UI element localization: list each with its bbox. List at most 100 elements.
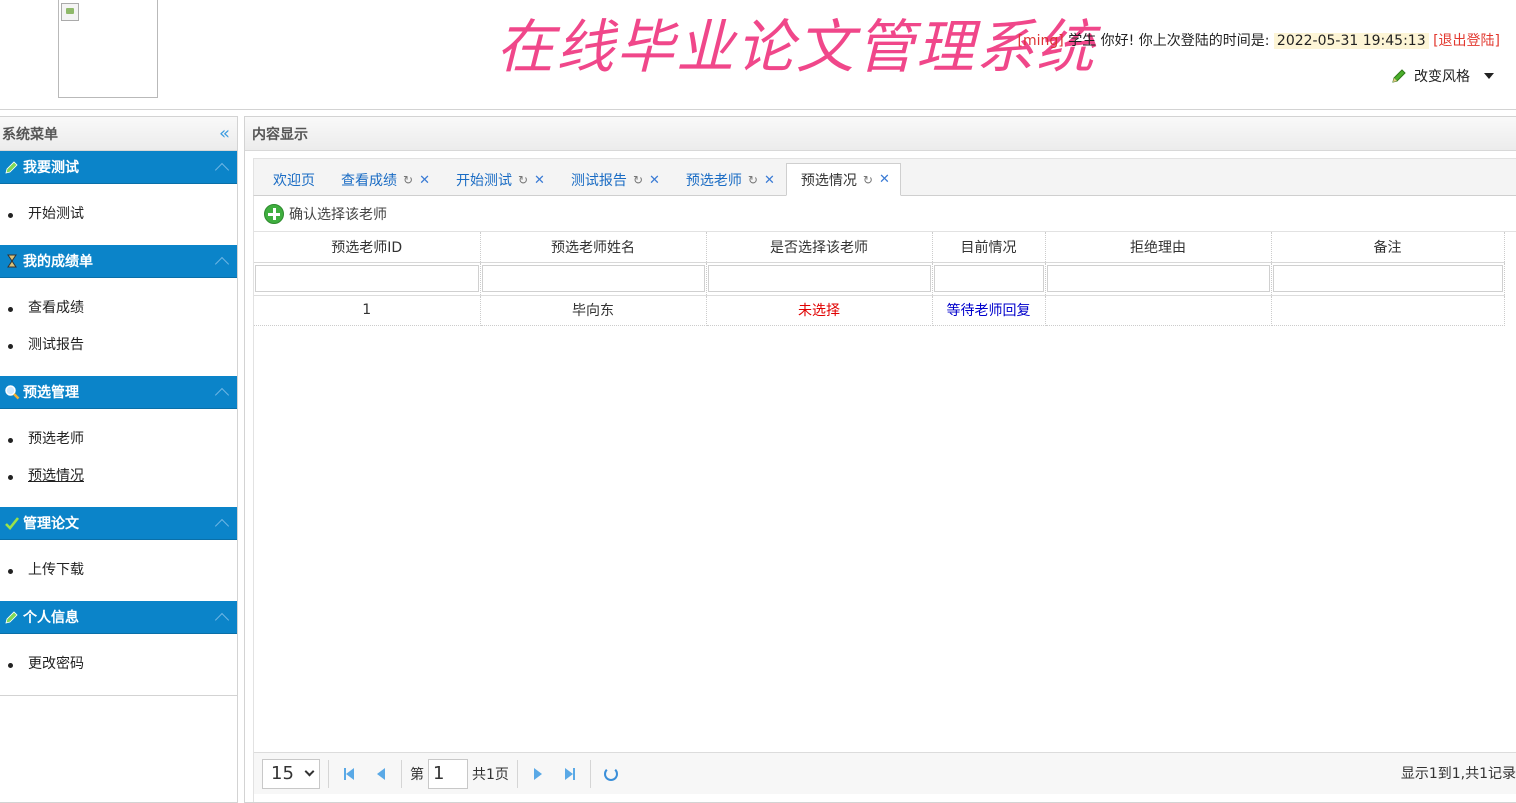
column-header[interactable]: 备注 — [1271, 232, 1505, 263]
tab-close-icon[interactable]: ✕ — [534, 173, 545, 188]
next-page-icon — [533, 767, 542, 780]
grid-body: 1 毕向东 未选择 等待老师回复 — [254, 295, 1505, 326]
last-page-icon — [572, 767, 575, 780]
sidebar-item[interactable]: 上传下载 — [8, 552, 237, 589]
tab-refresh-icon[interactable]: ↻ — [403, 173, 413, 187]
tab[interactable]: 开始测试 ↻ ✕ — [441, 163, 556, 196]
sidebar-item[interactable]: 预选老师 — [8, 421, 237, 458]
tab-label: 查看成绩 — [341, 173, 397, 189]
menu-group: 个人信息更改密码 — [0, 601, 237, 695]
menu-groups: 我要测试开始测试我的成绩单查看成绩测试报告预选管理预选老师预选情况管理论文上传下… — [0, 151, 237, 695]
menu-group: 我的成绩单查看成绩测试报告 — [0, 245, 237, 376]
tab[interactable]: 欢迎页 — [258, 163, 326, 196]
menu-group-header[interactable]: 个人信息 — [0, 601, 237, 634]
next-page-button[interactable] — [526, 762, 550, 786]
chevron-up-icon[interactable] — [214, 256, 230, 272]
menu-group-header[interactable]: 管理论文 — [0, 507, 237, 540]
filter-cell — [706, 262, 933, 296]
first-page-button[interactable] — [337, 762, 361, 786]
pencil-icon — [4, 609, 20, 625]
refresh-icon — [603, 766, 618, 781]
filter-cell — [932, 262, 1046, 296]
tab[interactable]: 预选情况 ↻ ✕ — [785, 163, 901, 196]
column-header[interactable]: 目前情况 — [932, 232, 1046, 263]
menu-group-title-wrap: 预选管理 — [4, 382, 79, 402]
collapse-double-chevron-icon[interactable]: « — [219, 123, 230, 144]
checkmark-icon — [4, 515, 20, 531]
sidebar-item[interactable]: 预选情况 — [8, 458, 237, 495]
change-style-dropdown[interactable]: 改变风格 — [1390, 66, 1494, 86]
tab-refresh-icon[interactable]: ↻ — [748, 173, 758, 187]
prev-page-button[interactable] — [369, 762, 393, 786]
sidebar-item-label: 上传下载 — [28, 562, 84, 578]
menu-group-body: 更改密码 — [0, 634, 237, 695]
divider — [0, 695, 237, 696]
tab[interactable]: 查看成绩 ↻ ✕ — [326, 163, 441, 196]
filter-input[interactable] — [933, 265, 1044, 292]
tab-refresh-icon[interactable]: ↻ — [863, 173, 873, 187]
page-number-input[interactable]: 1 — [428, 758, 468, 789]
last-page-button[interactable] — [558, 762, 582, 786]
refresh-button[interactable] — [599, 762, 623, 786]
filter-input[interactable] — [1046, 265, 1270, 292]
chevron-up-icon[interactable] — [214, 387, 230, 403]
tab-close-icon[interactable]: ✕ — [649, 173, 660, 188]
sidebar: 系统菜单 « 我要测试 开始测试 我的成绩单 查看成绩 测试报告 预选管理 预选老师 预选情况… — [0, 116, 238, 803]
chevron-up-icon[interactable] — [214, 162, 230, 178]
page-size-select[interactable]: 15 — [262, 758, 320, 789]
greeting-text: 学生 你好! 你上次登陆的时间是: — [1063, 33, 1274, 49]
sidebar-item-label: 预选老师 — [28, 431, 84, 447]
first-page-arrow-icon — [346, 767, 354, 780]
page-size-value: 15 — [271, 763, 294, 784]
sidebar-item[interactable]: 测试报告 — [8, 327, 237, 364]
sidebar-item[interactable]: 更改密码 — [8, 646, 237, 683]
filter-input[interactable] — [481, 265, 705, 292]
tab-refresh-icon[interactable]: ↻ — [518, 173, 528, 187]
menu-group-header[interactable]: 预选管理 — [0, 376, 237, 409]
main-panel: 内容显示 欢迎页 查看成绩 ↻ ✕ 开始测试 ↻ ✕ 测试报告 ↻ ✕ 预选老师 ↻ ✕ 预选情况 ↻ ✕ 确… — [244, 116, 1516, 803]
filter-cell — [1045, 262, 1272, 296]
tab-content: 确认选择该老师 预选老师ID 预选老师姓名 是否选择该老师 目前情况 拒绝理由 备注 1毕… — [253, 196, 1516, 802]
tab[interactable]: 测试报告 ↻ ✕ — [556, 163, 671, 196]
separator — [328, 759, 329, 788]
table-row[interactable]: 1 毕向东 未选择 等待老师回复 — [254, 295, 1505, 326]
filter-cell — [480, 262, 707, 296]
table-cell-name: 毕向东 — [480, 295, 707, 326]
filter-input[interactable] — [707, 265, 931, 292]
last-login-time: 2022-05-31 19:45:13 — [1273, 33, 1429, 49]
column-header[interactable]: 预选老师ID — [254, 232, 481, 263]
user-name: [ming] — [1017, 33, 1064, 49]
menu-group-header[interactable]: 我要测试 — [0, 151, 237, 184]
sidebar-item-label: 测试报告 — [28, 337, 84, 353]
menu-group-title-wrap: 管理论文 — [4, 513, 79, 533]
filter-input[interactable] — [255, 265, 479, 292]
tab-refresh-icon[interactable]: ↻ — [633, 173, 643, 187]
chevron-up-icon[interactable] — [214, 518, 230, 534]
toolbar[interactable]: 确认选择该老师 — [254, 196, 1516, 232]
tab-close-icon[interactable]: ✕ — [879, 172, 890, 187]
table-cell-note — [1271, 295, 1505, 326]
tab-close-icon[interactable]: ✕ — [764, 173, 775, 188]
broken-image-icon — [61, 3, 79, 21]
logout-link[interactable]: [退出登陆] — [1433, 33, 1500, 49]
chevron-up-icon[interactable] — [214, 612, 230, 628]
tab-label: 欢迎页 — [273, 173, 315, 189]
confirm-teacher-button[interactable]: 确认选择该老师 — [289, 204, 387, 224]
menu-group-title: 个人信息 — [23, 610, 79, 626]
column-header[interactable]: 预选老师姓名 — [480, 232, 707, 263]
chevron-down-icon — [304, 766, 315, 776]
sidebar-item-label: 开始测试 — [28, 206, 84, 222]
menu-group-body: 查看成绩测试报告 — [0, 278, 237, 376]
column-header[interactable]: 是否选择该老师 — [706, 232, 933, 263]
sidebar-item[interactable]: 查看成绩 — [8, 290, 237, 327]
tab-label: 预选老师 — [685, 173, 742, 189]
menu-group-header[interactable]: 我的成绩单 — [0, 245, 237, 278]
menu-group-title: 我要测试 — [23, 160, 79, 176]
filter-input[interactable] — [1272, 265, 1503, 292]
tab-close-icon[interactable]: ✕ — [419, 173, 430, 188]
tab-label: 测试报告 — [570, 173, 627, 189]
sidebar-item[interactable]: 开始测试 — [8, 196, 237, 233]
menu-group-title: 管理论文 — [23, 516, 79, 532]
tab[interactable]: 预选老师 ↻ ✕ — [671, 163, 786, 196]
column-header[interactable]: 拒绝理由 — [1045, 232, 1272, 263]
